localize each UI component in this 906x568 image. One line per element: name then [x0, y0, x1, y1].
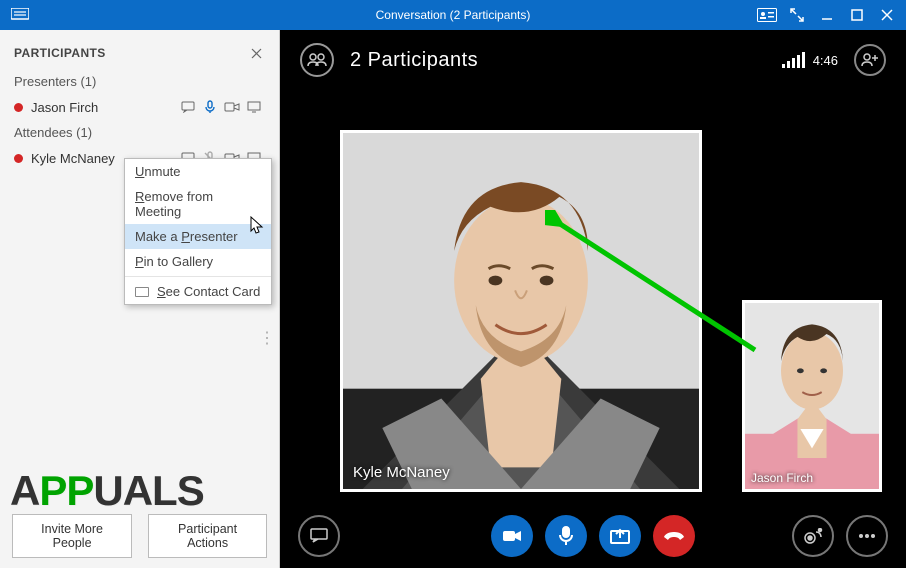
attendees-group-label: Attendees (1) — [0, 121, 279, 144]
presence-dot-icon — [14, 103, 23, 112]
device-button[interactable] — [792, 515, 834, 557]
window-title: Conversation (2 Participants) — [376, 8, 531, 22]
presence-dot-icon — [14, 154, 23, 163]
ctx-make-presenter[interactable]: Make a Presenter — [125, 224, 271, 249]
participants-heading: PARTICIPANTS — [14, 46, 106, 60]
main-video-tile[interactable]: Kyle McNaney — [340, 130, 702, 492]
contact-card-icon — [135, 287, 149, 297]
chat-button[interactable] — [298, 515, 340, 557]
chat-icon[interactable] — [177, 98, 199, 116]
mic-button[interactable] — [545, 515, 587, 557]
call-control-bar — [280, 504, 906, 568]
ctx-pin[interactable]: Pin to Gallery — [125, 249, 271, 274]
video-icon[interactable] — [221, 98, 243, 116]
more-button[interactable] — [846, 515, 888, 557]
ctx-remove[interactable]: Remove from Meeting — [125, 184, 271, 224]
contact-card-icon[interactable] — [754, 0, 780, 30]
video-label: Jason Firch — [751, 471, 813, 485]
ctx-unmute[interactable]: Unmute — [125, 159, 271, 184]
secondary-video-tile[interactable]: Jason Firch — [742, 300, 882, 492]
ctx-separator — [125, 276, 271, 277]
close-panel-icon[interactable] — [247, 44, 265, 62]
share-button[interactable] — [599, 515, 641, 557]
stage-title: 2 Participants — [350, 49, 478, 72]
participant-name: Jason Firch — [31, 100, 177, 115]
menu-icon[interactable] — [0, 0, 40, 30]
participant-actions-button[interactable]: Participant Actions — [148, 514, 267, 558]
ctx-contact-card[interactable]: See Contact Card — [125, 279, 271, 304]
video-stage: 2 Participants 4:46 — [280, 30, 906, 568]
signal-icon — [782, 52, 805, 68]
maximize-icon[interactable] — [844, 0, 870, 30]
title-bar: Conversation (2 Participants) — [0, 0, 906, 30]
screen-icon[interactable] — [243, 98, 265, 116]
invite-people-button[interactable]: Invite More People — [12, 514, 132, 558]
video-label: Kyle McNaney — [353, 464, 450, 481]
mic-icon[interactable] — [199, 98, 221, 116]
fullscreen-icon[interactable] — [784, 0, 810, 30]
context-menu: Unmute Remove from Meeting Make a Presen… — [124, 158, 272, 305]
drag-handle-icon[interactable]: ⋮ — [259, 328, 273, 348]
minimize-icon[interactable] — [814, 0, 840, 30]
participant-row[interactable]: Jason Firch — [0, 93, 279, 121]
call-duration: 4:46 — [813, 53, 838, 68]
participants-panel: PARTICIPANTS Presenters (1) Jason Firch … — [0, 30, 280, 568]
add-participant-icon[interactable] — [854, 44, 886, 76]
presenters-group-label: Presenters (1) — [0, 70, 279, 93]
hangup-button[interactable] — [653, 515, 695, 557]
video-button[interactable] — [491, 515, 533, 557]
close-icon[interactable] — [874, 0, 900, 30]
participants-icon[interactable] — [300, 43, 334, 77]
